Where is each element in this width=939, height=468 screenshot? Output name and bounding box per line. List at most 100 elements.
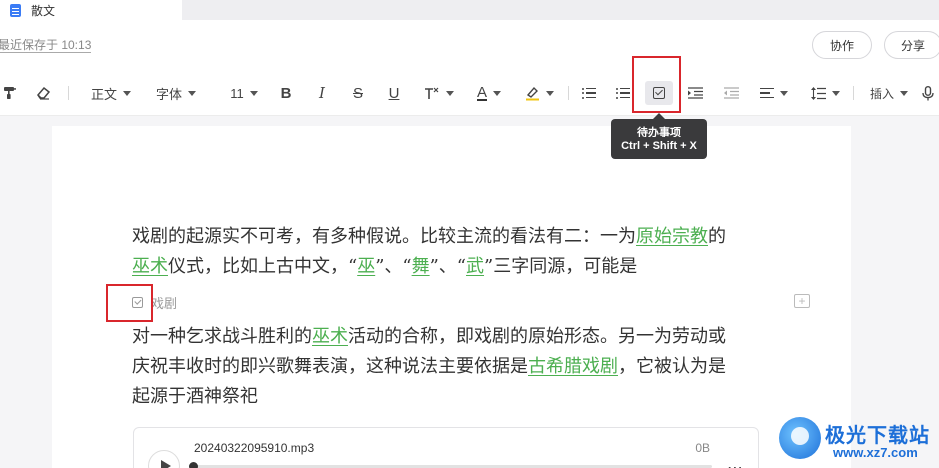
audio-attachment[interactable]: 20240322095910.mp3 0B ⋯ bbox=[133, 427, 759, 468]
outdent-icon bbox=[723, 87, 739, 99]
chevron-down-icon bbox=[545, 90, 554, 96]
chevron-down-icon bbox=[780, 90, 788, 96]
underline-button[interactable]: U bbox=[384, 81, 404, 105]
align-dropdown[interactable] bbox=[755, 81, 793, 105]
watermark: 极光下载站 www.xz7.com bbox=[773, 413, 939, 468]
link-ancient-greek-drama[interactable]: 古希腊戏剧 bbox=[528, 356, 618, 377]
font-family-value: 字体 bbox=[155, 86, 182, 102]
strikethrough-icon: S bbox=[352, 84, 363, 102]
text-run: ”、“ bbox=[375, 256, 412, 277]
superscript-dropdown[interactable] bbox=[420, 81, 458, 105]
audio-size: 0B bbox=[695, 441, 710, 455]
todo-tooltip: 待办事项 Ctrl + Shift + X bbox=[611, 113, 707, 159]
text-run: 戏剧的起源实不可考，有多种假说。比较主流的看法有二：一为 bbox=[132, 226, 636, 247]
italic-button[interactable]: I bbox=[312, 81, 332, 105]
paragraph-style-value: 正文 bbox=[90, 86, 117, 102]
watermark-logo-icon bbox=[779, 417, 821, 459]
chevron-down-icon bbox=[188, 90, 196, 96]
save-status[interactable]: 最近保存于 10:13 bbox=[0, 39, 92, 53]
line-spacing-dropdown[interactable] bbox=[806, 81, 844, 105]
paragraph-1-line-1: 戏剧的起源实不可考，有多种假说。比较主流的看法有二：一为原始宗教的 bbox=[132, 222, 726, 252]
italic-icon: I bbox=[319, 83, 325, 102]
more-options-icon[interactable]: ⋯ bbox=[727, 458, 744, 468]
audio-progress-handle[interactable] bbox=[189, 462, 198, 468]
chevron-down-icon bbox=[493, 90, 501, 96]
outdent-button[interactable] bbox=[720, 81, 742, 105]
bullet-list-button[interactable] bbox=[612, 81, 634, 105]
voice-input-button[interactable] bbox=[920, 81, 936, 105]
tab-title: 散文 bbox=[31, 3, 56, 18]
text-run: 对一种乞求战斗胜利的 bbox=[132, 326, 312, 347]
paragraph-1[interactable]: 戏剧的起源实不可考，有多种假说。比较主流的看法有二：一为原始宗教的 巫术仪式，比… bbox=[132, 222, 726, 282]
bold-button[interactable]: B bbox=[276, 81, 296, 105]
highlighter-icon bbox=[525, 86, 539, 100]
format-toolbar: 正文 字体 11 B I S U A 插入 bbox=[0, 70, 939, 116]
text-run: 的 bbox=[708, 226, 726, 247]
text-run: 仪式，比如上古中文，“ bbox=[168, 256, 358, 277]
microphone-icon bbox=[922, 85, 934, 100]
eraser-icon bbox=[36, 86, 50, 100]
insert-label: 插入 bbox=[869, 86, 894, 101]
line-spacing-icon bbox=[810, 86, 826, 100]
text-run: ”三字同源，可能是 bbox=[484, 256, 638, 277]
insert-dropdown[interactable]: 插入 bbox=[865, 81, 913, 105]
paragraph-1-line-2: 巫术仪式，比如上古中文，“巫”、“舞”、“武”三字同源，可能是 bbox=[132, 252, 726, 282]
collaborate-button[interactable]: 协作 bbox=[812, 31, 872, 59]
indent-button[interactable] bbox=[684, 81, 706, 105]
font-family-dropdown[interactable]: 字体 bbox=[153, 81, 199, 105]
play-icon[interactable] bbox=[148, 450, 180, 468]
font-color-icon: A bbox=[476, 83, 487, 101]
chevron-down-icon bbox=[900, 90, 908, 96]
ordered-list-button[interactable] bbox=[578, 81, 600, 105]
tooltip-title: 待办事项 bbox=[637, 127, 681, 137]
link-witchcraft[interactable]: 巫术 bbox=[312, 326, 348, 347]
chevron-down-icon bbox=[249, 90, 258, 96]
add-comment-icon[interactable]: + bbox=[794, 294, 810, 308]
link-primitive-religion[interactable]: 原始宗教 bbox=[636, 226, 708, 247]
link-witchcraft[interactable]: 巫术 bbox=[132, 256, 168, 277]
underline-icon: U bbox=[388, 84, 400, 102]
paragraph-style-dropdown[interactable]: 正文 bbox=[88, 81, 134, 105]
tooltip-shortcut: Ctrl + Shift + X bbox=[621, 140, 697, 152]
highlight-box-todo-button bbox=[632, 56, 681, 113]
audio-filename: 20240322095910.mp3 bbox=[194, 441, 315, 455]
link-wu-shaman[interactable]: 巫 bbox=[357, 256, 375, 277]
format-painter-icon bbox=[4, 87, 16, 99]
text-run: ”、“ bbox=[429, 256, 467, 277]
paragraph-2-line-1: 对一种乞求战斗胜利的巫术活动的合称，即戏剧的原始形态。另一为劳动或 bbox=[132, 322, 726, 352]
highlight-color-dropdown[interactable] bbox=[520, 81, 558, 105]
font-color-dropdown[interactable]: A bbox=[470, 81, 508, 105]
text-run: 庆祝丰收时的即兴歌舞表演，这种说法主要依据是 bbox=[132, 356, 528, 377]
tab-document[interactable]: 散文 bbox=[0, 0, 182, 20]
todo-text[interactable]: 戏剧 bbox=[151, 293, 177, 312]
ordered-list-icon bbox=[582, 87, 596, 99]
format-painter-button[interactable] bbox=[0, 81, 20, 105]
text-run: 活动的合称，即戏剧的原始形态。另一为劳动或 bbox=[348, 326, 726, 347]
superscript-icon bbox=[425, 87, 439, 99]
align-left-icon bbox=[760, 87, 774, 99]
clear-format-button[interactable] bbox=[32, 81, 54, 105]
link-wu-dance[interactable]: 舞 bbox=[412, 256, 430, 277]
paragraph-2[interactable]: 对一种乞求战斗胜利的巫术活动的合称，即戏剧的原始形态。另一为劳动或 庆祝丰收时的… bbox=[132, 322, 726, 412]
toolbar-divider bbox=[853, 86, 854, 100]
watermark-url: www.xz7.com bbox=[833, 445, 918, 460]
header: 最近保存于 10:13 协作 分享 bbox=[0, 20, 939, 70]
chevron-down-icon bbox=[446, 90, 454, 96]
font-size-dropdown[interactable]: 11 bbox=[225, 81, 263, 105]
strikethrough-button[interactable]: S bbox=[348, 81, 368, 105]
share-button[interactable]: 分享 bbox=[884, 31, 939, 59]
chevron-down-icon bbox=[123, 90, 131, 96]
paragraph-2-line-2: 庆祝丰收时的即兴歌舞表演，这种说法主要依据是古希腊戏剧，它被认为是 bbox=[132, 352, 726, 382]
document-icon bbox=[10, 3, 21, 17]
highlight-box-todo-checkbox bbox=[106, 284, 153, 322]
link-wu-martial[interactable]: 武 bbox=[466, 256, 484, 277]
bullet-list-icon bbox=[616, 87, 630, 99]
font-size-value: 11 bbox=[230, 85, 244, 101]
watermark-title: 极光下载站 bbox=[825, 425, 930, 447]
chevron-down-icon bbox=[831, 90, 840, 96]
toolbar-divider bbox=[568, 86, 569, 100]
bold-icon: B bbox=[280, 84, 292, 102]
tab-bar: 散文 bbox=[0, 0, 939, 20]
paragraph-2-line-3: 起源于酒神祭祀 bbox=[132, 386, 258, 407]
text-run: ，它被认为是 bbox=[618, 356, 726, 377]
